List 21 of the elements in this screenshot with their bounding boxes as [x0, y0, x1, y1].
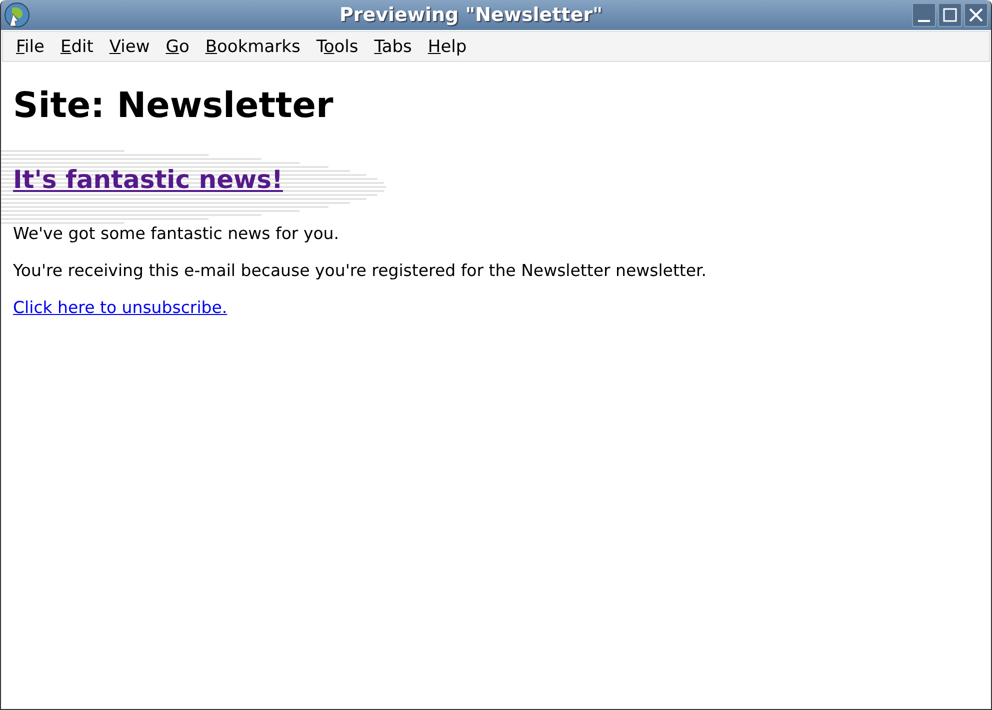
menu-item[interactable]: Tools	[308, 36, 366, 56]
menu-item[interactable]: Edit	[52, 36, 102, 56]
menu-item[interactable]: Go	[158, 36, 198, 56]
app-globe-icon[interactable]	[4, 2, 30, 28]
paragraph: We've got some fantastic news for you.	[13, 224, 340, 243]
menu-item[interactable]: File	[8, 36, 52, 56]
close-icon	[968, 7, 984, 23]
page-heading: Site: Newsletter	[13, 86, 334, 126]
minimize-icon	[918, 20, 930, 22]
minimize-button[interactable]	[912, 3, 936, 27]
unsubscribe-link[interactable]: Click here to unsubscribe.	[13, 298, 228, 317]
maximize-button[interactable]	[938, 3, 962, 27]
menu-item[interactable]: Help	[420, 36, 475, 56]
article-link[interactable]: It's fantastic news!	[13, 164, 283, 194]
paragraph: You're receiving this e-mail because you're registered for the Newsletter newsletter.	[13, 261, 708, 280]
window-title: Previewing "Newsletter"	[338, 4, 604, 26]
menu-item[interactable]: Bookmarks	[197, 36, 308, 56]
close-button[interactable]	[964, 3, 988, 27]
maximize-icon	[942, 7, 958, 23]
menu-item[interactable]: View	[101, 36, 158, 56]
menu-item[interactable]: Tabs	[366, 36, 420, 56]
